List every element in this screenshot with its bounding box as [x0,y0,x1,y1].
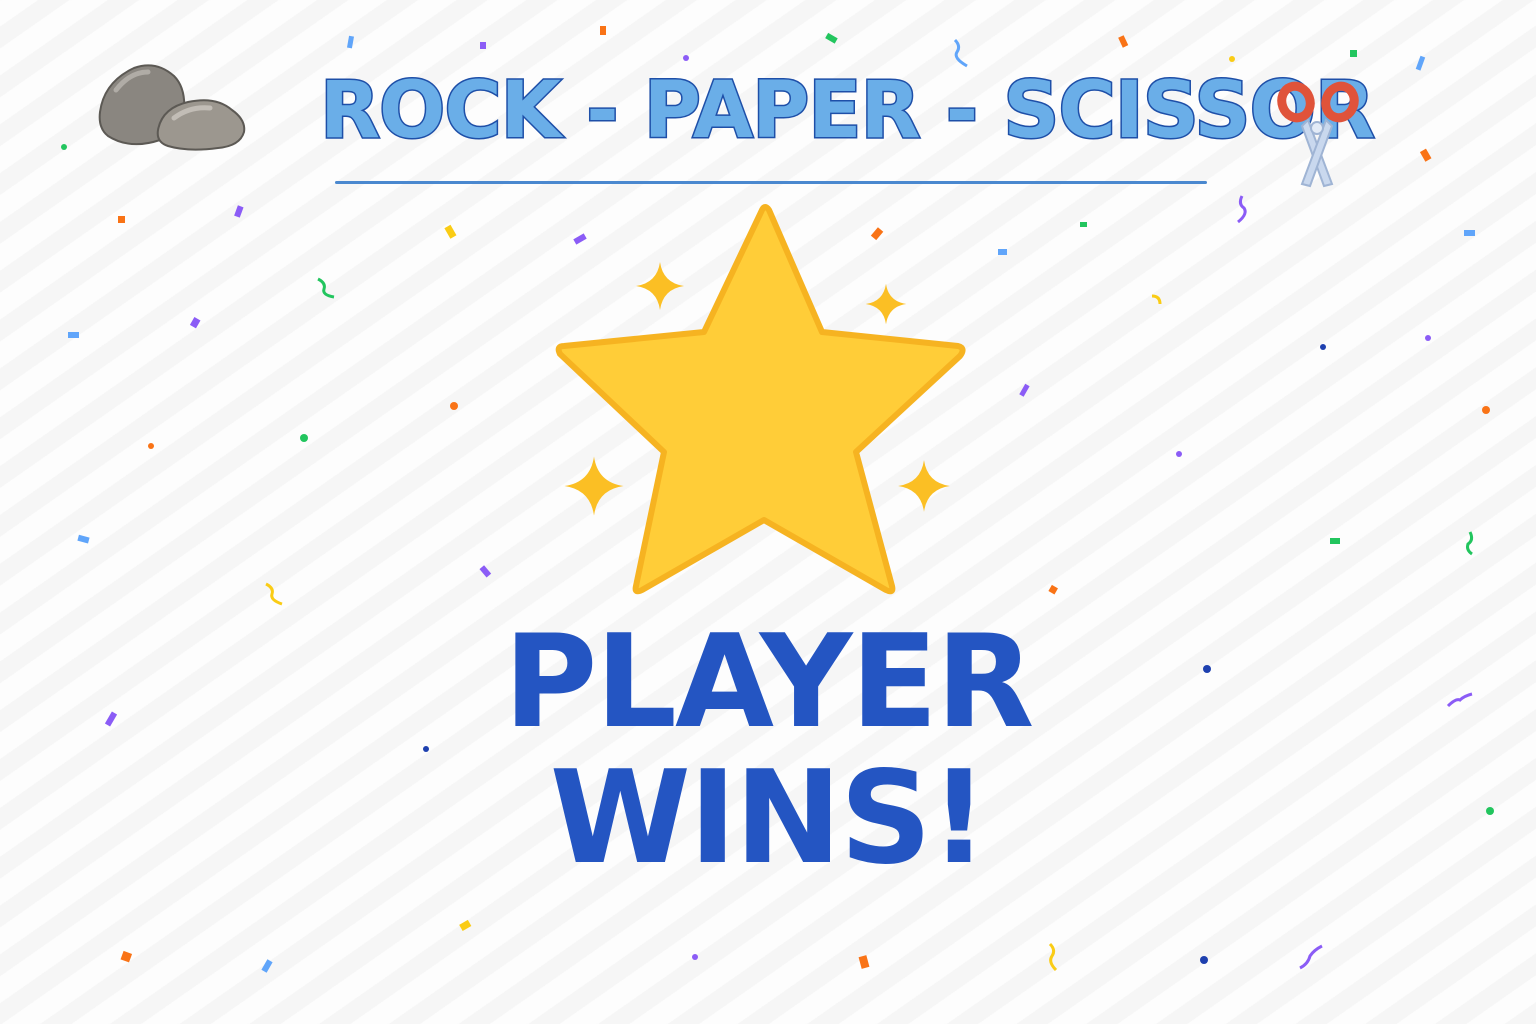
result-message: PLAYER WINS! [368,615,1168,886]
sparkle-icon [564,456,624,516]
rock-icon [88,60,258,165]
sparkle-icon [636,262,684,310]
sparkle-icon [865,283,907,325]
win-screen: ROCK - PAPER - SCISSOR PLAYER WINS! [0,0,1536,1024]
scissors-icon [1268,80,1368,190]
sparkle-icon [898,460,950,512]
result-line-2: WINS! [549,743,989,893]
title-divider [335,181,1207,184]
result-line-1: PLAYER [503,608,1035,757]
star-icon [540,190,990,610]
game-title: ROCK - PAPER - SCISSOR [319,66,1377,156]
